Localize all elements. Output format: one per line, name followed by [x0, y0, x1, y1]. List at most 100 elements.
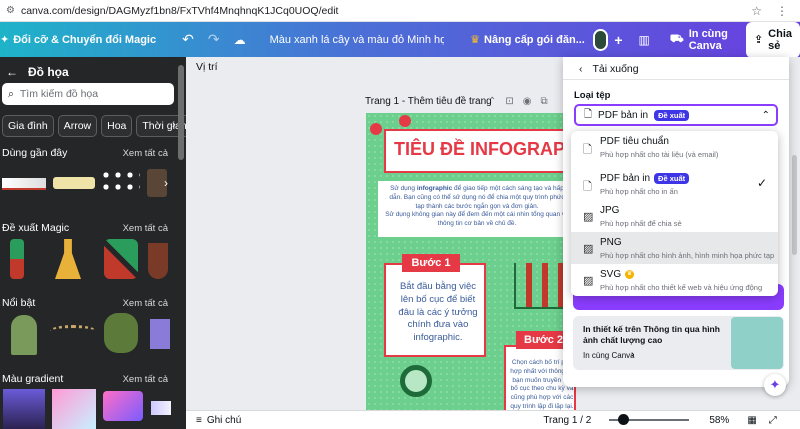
- document-icon: 🗋: [583, 181, 592, 193]
- graphics-panel: ← Đồ họa ⌕ Tìm kiếm đồ họa Gia đình Arro…: [0, 57, 186, 429]
- option-png[interactable]: ▨ PNG Phù hợp nhất cho hình ảnh, hình mi…: [571, 232, 778, 264]
- section-featured-see-all[interactable]: Xem tất cả: [123, 298, 168, 309]
- image-icon: ▨: [583, 211, 594, 223]
- option-pdf-standard[interactable]: 🗋 PDF tiêu chuẩn Phù hợp nhất cho tài li…: [571, 131, 778, 163]
- recent-graphic-1[interactable]: [2, 178, 46, 190]
- file-type-dropdown: 🗋 PDF tiêu chuẩn Phù hợp nhất cho tài li…: [571, 131, 778, 296]
- document-title[interactable]: Màu xanh lá cây và màu đỏ Minh họa Infog…: [270, 34, 445, 46]
- vertical-scrollbar[interactable]: [792, 155, 797, 255]
- intro-paragraph-2: Sử dụng không gian này để đem đến một cá…: [385, 211, 569, 228]
- gradient-graphic-1[interactable]: [3, 389, 45, 429]
- recent-graphic-3[interactable]: [100, 169, 140, 195]
- gradient-graphic-3[interactable]: [103, 391, 143, 421]
- back-arrow-icon[interactable]: ←: [6, 65, 18, 79]
- recent-next-icon[interactable]: ›: [164, 176, 168, 190]
- pages-grid-icon[interactable]: ▦: [747, 415, 756, 426]
- notes-icon[interactable]: ≡: [196, 415, 202, 426]
- magic-graphic-goblet[interactable]: [148, 243, 168, 279]
- section-recent-title: Dùng gần đây: [2, 147, 68, 159]
- print-promo-card[interactable]: In thiết kế trên Thông tin qua hình ảnh …: [573, 316, 784, 370]
- chip-flower[interactable]: Hoa: [101, 115, 133, 137]
- position-button[interactable]: Vị trí: [196, 61, 218, 73]
- featured-graphic-tag[interactable]: [11, 315, 37, 355]
- back-icon[interactable]: ‹: [579, 63, 583, 75]
- url-text[interactable]: canva.com/design/DAGMyzf1bn8/FxTVhf4Mnqh…: [21, 5, 338, 17]
- gradient-graphic-4[interactable]: [151, 401, 171, 415]
- intro-paragraph-1: Sử dụng infographic để giao tiếp một các…: [384, 185, 570, 211]
- bottom-bar: ≡ Ghi chú Trang 1 / 2 58% ▦ ⤢: [186, 410, 800, 429]
- chip-arrow[interactable]: Arrow: [57, 115, 98, 137]
- graphics-search-input[interactable]: ⌕ Tìm kiếm đồ họa: [2, 83, 174, 105]
- bookmark-star-icon[interactable]: ☆: [751, 4, 762, 18]
- page-counter[interactable]: Trang 1 / 2: [543, 415, 591, 426]
- option-desc: Phù hợp nhất để chia sẻ: [600, 219, 682, 228]
- intro-1-bold: infographic: [416, 185, 453, 192]
- section-magic-title: Đề xuất Magic: [2, 222, 70, 234]
- browser-address-bar: ⚙ canva.com/design/DAGMyzf1bn8/FxTVhf4Mn…: [0, 0, 800, 22]
- recent-graphic-2[interactable]: [53, 177, 95, 189]
- intro-1-pre: Sử dụng: [390, 185, 417, 192]
- page-title-label[interactable]: Trang 1 - Thêm tiêu đề trang: [365, 96, 492, 107]
- magic-graphic-tubes[interactable]: [104, 239, 138, 279]
- title-decoration-1: [370, 123, 382, 135]
- recommended-badge: Đề xuất: [654, 173, 690, 184]
- option-svg[interactable]: ▨ SVG ♛ Phù hợp nhất cho thiết kế web và…: [571, 264, 778, 296]
- hide-icon[interactable]: ◉: [523, 96, 532, 107]
- file-type-select[interactable]: 🗋 PDF bản in Đề xuất ⌃: [574, 104, 778, 126]
- upgrade-button[interactable]: Nâng cấp gói đăn...: [484, 34, 585, 46]
- infographic-page[interactable]: TIÊU ĐỀ INFOGRAPHIC Sử dụng infographic …: [366, 113, 576, 411]
- print-canva-button[interactable]: ⛟ In cùng Canva: [662, 23, 738, 57]
- editor-top-bar: ✦ Đổi cỡ & Chuyển đổi Magic ↶ ↷ ☁ Màu xa…: [0, 21, 800, 58]
- document-icon: 🗋: [583, 144, 592, 156]
- duplicate-icon[interactable]: ⧉: [541, 96, 548, 107]
- magic-graphic-dropper[interactable]: [10, 239, 24, 279]
- option-name: PDF bản in: [600, 173, 651, 184]
- document-icon: 🗋: [584, 108, 593, 120]
- upload-icon: ⇪: [753, 34, 764, 46]
- magic-graphic-flask[interactable]: [55, 239, 81, 279]
- share-button[interactable]: ⇪ Chia sẻ: [745, 21, 800, 58]
- chip-family[interactable]: Gia đình: [2, 115, 54, 137]
- option-desc: Phù hợp nhất cho hình ảnh, hình minh họa…: [600, 251, 775, 260]
- zoom-level[interactable]: 58%: [709, 415, 729, 426]
- option-pdf-print[interactable]: 🗋 PDF bản in Đề xuất Phù hợp nhất cho in…: [571, 168, 778, 200]
- sidebar-scrollbar[interactable]: [178, 65, 184, 160]
- featured-graphic-wreath[interactable]: [50, 325, 96, 337]
- notes-button[interactable]: Ghi chú: [207, 415, 241, 426]
- step1-text: Bắt đầu bằng việc lên bố cục để biết đâu…: [398, 281, 478, 344]
- add-collaborator-button[interactable]: +: [614, 32, 622, 48]
- gradient-graphic-2[interactable]: [52, 389, 96, 429]
- intro-box: Sử dụng infographic để giao tiếp một các…: [378, 181, 576, 237]
- zoom-slider-handle[interactable]: [618, 414, 630, 425]
- title-decoration-2: [399, 115, 411, 127]
- section-magic-see-all[interactable]: Xem tất cả: [123, 223, 168, 234]
- avatar[interactable]: [592, 28, 609, 51]
- chips-next-icon[interactable]: ›: [172, 119, 176, 131]
- promo-link[interactable]: In cùng Canva: [583, 351, 635, 360]
- magic-assistant-icon[interactable]: ✦: [764, 374, 786, 396]
- promo-thumbnail: [731, 317, 783, 369]
- analytics-icon[interactable]: ▥: [639, 33, 650, 47]
- featured-graphic-cloud[interactable]: [104, 313, 138, 353]
- move-up-icon[interactable]: ⌃: [488, 96, 496, 107]
- zoom-slider[interactable]: [609, 414, 690, 425]
- magnifier-illustration: [400, 365, 432, 397]
- featured-graphic-cube[interactable]: [150, 319, 170, 349]
- site-info-icon[interactable]: ⚙: [6, 5, 15, 16]
- lock-icon[interactable]: ⊡: [505, 96, 513, 107]
- fullscreen-icon[interactable]: ⤢: [769, 415, 777, 426]
- undo-icon[interactable]: ↶: [182, 31, 194, 48]
- extensions-icon[interactable]: ⋮: [776, 4, 788, 18]
- magic-switch-icon[interactable]: ✦: [0, 33, 9, 46]
- section-recent-see-all[interactable]: Xem tất cả: [123, 148, 168, 159]
- search-placeholder: Tìm kiếm đồ họa: [19, 88, 99, 100]
- redo-icon[interactable]: ↷: [208, 31, 220, 48]
- section-gradient-title: Màu gradient: [2, 373, 64, 385]
- section-gradient-see-all[interactable]: Xem tất cả: [123, 374, 168, 385]
- page-tools: ⌃ ⊡ ◉ ⧉: [488, 96, 548, 107]
- option-name: PDF tiêu chuẩn: [600, 136, 669, 147]
- option-jpg[interactable]: ▨ JPG Phù hợp nhất để chia sẻ: [571, 200, 778, 232]
- title-box: TIÊU ĐỀ INFOGRAPHIC: [384, 129, 576, 173]
- cloud-save-icon[interactable]: ☁: [234, 33, 246, 47]
- magic-switch-button[interactable]: Đổi cỡ & Chuyển đổi Magic: [13, 34, 156, 46]
